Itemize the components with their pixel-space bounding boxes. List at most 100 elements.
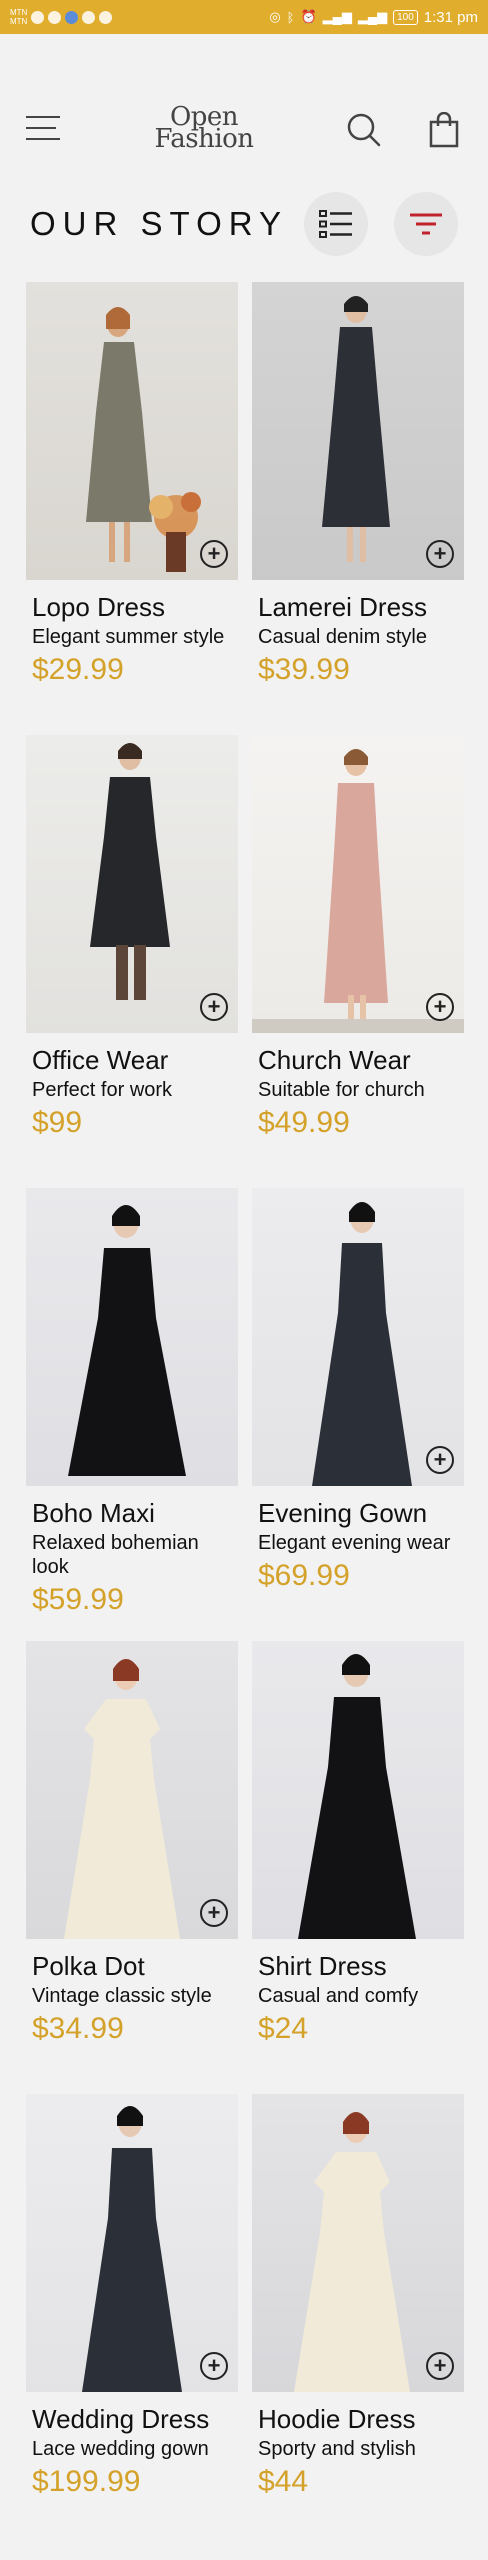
status-right: ◎ ᛒ ⏰ ▂▄▆ ▂▄▆ 100 1:31 pm xyxy=(269,9,478,26)
product-description: Vintage classic style xyxy=(32,1985,212,2007)
product-name: Shirt Dress xyxy=(258,1951,387,1981)
filter-icon xyxy=(410,213,442,235)
product-name: Polka Dot xyxy=(32,1951,145,1981)
product-photo-dress xyxy=(82,2106,182,2392)
product-card[interactable]: Shirt Dress Casual and comfy $24 xyxy=(252,1641,464,2046)
product-name: Evening Gown xyxy=(258,1498,428,1528)
alarm-icon: ⏰ xyxy=(300,9,317,24)
product-image[interactable]: + xyxy=(252,2094,464,2392)
product-card[interactable]: Boho Maxi Relaxed bohemian look $59.99 xyxy=(26,1188,238,1617)
list-view-icon xyxy=(319,210,352,238)
menu-icon-line xyxy=(26,138,60,140)
product-image[interactable]: + xyxy=(252,735,464,1033)
browser-icon xyxy=(99,10,113,24)
shopping-bag-icon xyxy=(429,111,459,148)
product-price: $29.99 xyxy=(32,653,124,686)
list-view-button[interactable] xyxy=(304,192,368,256)
message-icon xyxy=(82,10,96,24)
add-to-cart-button[interactable]: + xyxy=(200,993,228,1021)
product-price: $199.99 xyxy=(32,2465,141,2498)
product-card[interactable]: + Wedding Dress Lace wedding gown $199.9… xyxy=(26,2094,238,2499)
notification-icon xyxy=(31,10,45,24)
product-photo-dress xyxy=(68,1205,186,1476)
product-description: Elegant evening wear xyxy=(258,1532,451,1554)
product-photo-dress xyxy=(64,1659,180,1939)
filter-button[interactable] xyxy=(394,192,458,256)
product-card[interactable]: + Hoodie Dress Sporty and stylish $44 xyxy=(252,2094,464,2499)
bluetooth-icon: ᛒ xyxy=(286,9,295,25)
product-name: Lopo Dress xyxy=(32,592,165,622)
product-card[interactable]: + Lopo Dress Elegant summer style $29.99 xyxy=(26,282,238,687)
product-description: Casual and comfy xyxy=(258,1985,419,2007)
product-description: Perfect for work xyxy=(32,1079,173,1101)
clock: 1:31 pm xyxy=(423,8,478,26)
product-price: $49.99 xyxy=(258,1106,350,1139)
product-image[interactable]: + xyxy=(252,1188,464,1486)
product-price: $69.99 xyxy=(258,1559,350,1592)
product-name: Wedding Dress xyxy=(32,2404,210,2434)
product-name: Boho Maxi xyxy=(32,1498,155,1528)
product-price: $44 xyxy=(258,2465,309,2498)
status-left: MTN MTN xyxy=(10,8,113,26)
status-bar: MTN MTN ◎ ᛒ ⏰ ▂▄▆ ▂▄▆ 100 1:31 pm xyxy=(0,0,488,34)
product-photo-dress xyxy=(252,749,464,1033)
add-to-cart-button[interactable]: + xyxy=(426,993,454,1021)
product-description: Casual denim style xyxy=(258,626,427,648)
add-to-cart-button[interactable]: + xyxy=(200,1899,228,1927)
app-logo[interactable]: Open Fashion xyxy=(144,104,264,154)
whatsapp-icon xyxy=(48,10,62,24)
menu-icon-line xyxy=(26,116,60,118)
add-to-cart-button[interactable]: + xyxy=(426,1446,454,1474)
app-header: Open Fashion xyxy=(0,100,488,160)
product-name: Lamerei Dress xyxy=(258,592,428,622)
product-name: Hoodie Dress xyxy=(258,2404,416,2434)
product-image[interactable]: + xyxy=(252,282,464,580)
menu-icon-line xyxy=(26,127,56,129)
signal-icon-2: ▂▄▆ xyxy=(357,9,388,24)
app-notification-icon xyxy=(65,10,79,24)
page-title: OUR STORY xyxy=(30,205,288,242)
product-price: $24 xyxy=(258,2012,309,2045)
product-card[interactable]: + Evening Gown Elegant evening wear $69.… xyxy=(252,1188,464,1593)
logo-line-2: Fashion xyxy=(154,124,254,154)
carrier-2: MTN xyxy=(10,17,28,26)
product-price: $34.99 xyxy=(32,2012,124,2045)
add-to-cart-button[interactable]: + xyxy=(200,2352,228,2380)
product-image[interactable]: + xyxy=(26,1641,238,1939)
product-photo-dress xyxy=(322,296,390,562)
add-to-cart-button[interactable]: + xyxy=(426,2352,454,2380)
search-button[interactable] xyxy=(346,112,382,148)
product-card[interactable]: + Church Wear Suitable for church $49.99 xyxy=(252,735,464,1140)
product-card[interactable]: + Polka Dot Vintage classic style $34.99 xyxy=(26,1641,238,2046)
product-description: Lace wedding gown xyxy=(32,2438,209,2460)
product-photo-dress xyxy=(312,1202,412,1486)
product-photo-dress xyxy=(86,307,201,572)
product-photo-dress xyxy=(90,743,170,1000)
product-image[interactable]: + xyxy=(26,735,238,1033)
product-description: Sporty and stylish xyxy=(258,2438,416,2460)
product-price: $59.99 xyxy=(32,1583,124,1616)
product-card[interactable]: + Lamerei Dress Casual denim style $39.9… xyxy=(252,282,464,687)
menu-button[interactable] xyxy=(26,116,62,144)
product-price: $99 xyxy=(32,1106,83,1139)
add-to-cart-button[interactable]: + xyxy=(200,540,228,568)
product-image[interactable]: + xyxy=(26,282,238,580)
carrier-labels: MTN MTN xyxy=(10,8,27,26)
hotspot-icon: ◎ xyxy=(269,9,281,24)
product-card[interactable]: + Office Wear Perfect for work $99 xyxy=(26,735,238,1140)
product-price: $39.99 xyxy=(258,653,350,686)
product-photo-dress xyxy=(298,1654,416,1939)
product-name: Office Wear xyxy=(32,1045,169,1075)
product-image[interactable]: + xyxy=(26,2094,238,2392)
signal-icon: ▂▄▆ xyxy=(322,9,352,24)
battery-icon: 100 xyxy=(393,9,418,25)
product-image[interactable] xyxy=(252,1641,464,1939)
product-photo-dress xyxy=(294,2112,410,2392)
product-image[interactable] xyxy=(26,1188,238,1486)
search-icon xyxy=(347,113,381,147)
add-to-cart-button[interactable]: + xyxy=(426,540,454,568)
product-name: Church Wear xyxy=(258,1045,411,1075)
product-description: Relaxed bohemian look xyxy=(32,1532,199,1578)
cart-button[interactable] xyxy=(428,111,460,148)
product-description: Elegant summer style xyxy=(32,626,225,648)
